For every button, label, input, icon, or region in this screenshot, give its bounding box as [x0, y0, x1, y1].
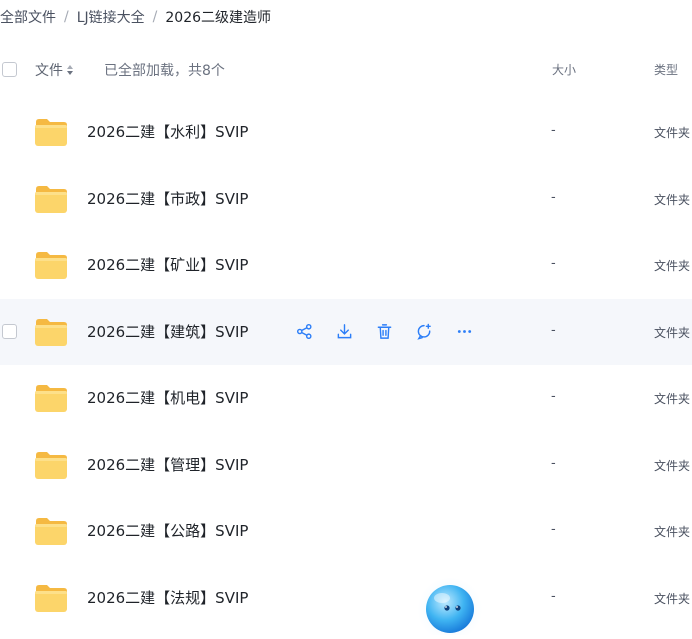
file-type: 文件夹	[654, 126, 691, 140]
breadcrumb-lj-links[interactable]: LJ链接大全	[77, 7, 145, 27]
file-size: -	[551, 588, 556, 604]
file-list: 2026二建【水利】SVIP - 文件夹 2026二建【市政】SVIP - 文件…	[0, 99, 692, 631]
column-header-name[interactable]: 文件	[35, 60, 73, 80]
file-type: 文件夹	[654, 259, 691, 273]
file-name[interactable]: 2026二建【公路】SVIP	[87, 520, 248, 541]
file-type: 文件夹	[654, 525, 691, 539]
file-row[interactable]: 2026二建【机电】SVIP - 文件夹	[0, 365, 692, 432]
download-icon	[337, 323, 352, 338]
file-row[interactable]: 2026二建【市政】SVIP - 文件夹	[0, 166, 692, 233]
file-row[interactable]: 2026二建【法规】SVIP - 文件夹	[0, 565, 692, 632]
breadcrumb: 全部文件 / LJ链接大全 / 2026二级建造师	[0, 6, 271, 28]
file-size: -	[551, 189, 556, 205]
file-row[interactable]: 2026二建【公路】SVIP - 文件夹	[0, 498, 692, 565]
file-type: 文件夹	[654, 392, 691, 406]
more-icon	[457, 329, 472, 333]
file-row[interactable]: 2026二建【管理】SVIP - 文件夹	[0, 432, 692, 499]
folder-icon	[35, 252, 67, 279]
loaded-count-text: 已全部加载，共8个	[104, 63, 225, 79]
file-type: 文件夹	[654, 192, 691, 207]
breadcrumb-current: 2026二级建造师	[165, 10, 272, 26]
file-size: -	[551, 522, 556, 537]
breadcrumb-separator: /	[152, 9, 158, 25]
delete-button[interactable]	[376, 323, 416, 341]
file-name[interactable]: 2026二建【市政】SVIP	[87, 188, 248, 209]
file-row[interactable]: 2026二建【建筑】SVIP - 文件夹	[0, 298, 692, 365]
file-size: -	[551, 123, 556, 138]
file-name[interactable]: 2026二建【水利】SVIP	[87, 121, 248, 142]
file-size: -	[551, 455, 556, 471]
file-list-header: 文件 已全部加载，共8个 大小 类型	[0, 52, 692, 88]
more-button[interactable]	[456, 323, 496, 341]
folder-icon	[35, 518, 67, 545]
share-icon	[296, 323, 312, 339]
file-row[interactable]: 2026二建【矿业】SVIP - 文件夹	[0, 232, 692, 299]
folder-icon	[35, 119, 67, 146]
column-header-size[interactable]: 大小	[552, 61, 576, 78]
file-row[interactable]: 2026二建【水利】SVIP - 文件夹	[0, 99, 692, 166]
row-checkbox[interactable]	[2, 323, 17, 339]
file-name[interactable]: 2026二建【机电】SVIP	[87, 387, 248, 408]
file-size: -	[551, 322, 556, 338]
assistant-mascot-button[interactable]	[416, 578, 484, 635]
folder-icon	[35, 451, 67, 479]
file-name[interactable]: 2026二建【矿业】SVIP	[87, 254, 248, 275]
breadcrumb-all-files[interactable]: 全部文件	[0, 7, 56, 27]
file-type: 文件夹	[654, 458, 691, 473]
file-name[interactable]: 2026二建【法规】SVIP	[87, 587, 248, 608]
folder-icon	[35, 584, 67, 612]
comment-icon	[417, 323, 431, 340]
share-button[interactable]	[296, 323, 336, 341]
folder-icon	[35, 318, 67, 346]
select-all-checkbox[interactable]	[2, 62, 17, 77]
comment-button[interactable]	[416, 323, 456, 341]
column-header-type[interactable]: 类型	[654, 61, 678, 78]
file-size: -	[551, 256, 556, 271]
column-header-name-label: 文件	[35, 63, 63, 79]
file-name[interactable]: 2026二建【管理】SVIP	[87, 454, 248, 475]
breadcrumb-separator: /	[64, 9, 69, 25]
file-type: 文件夹	[654, 325, 691, 340]
delete-icon	[377, 323, 392, 339]
file-name[interactable]: 2026二建【建筑】SVIP	[87, 321, 248, 342]
sort-icon[interactable]	[67, 64, 73, 76]
file-type: 文件夹	[654, 591, 691, 606]
row-actions	[296, 323, 496, 341]
folder-icon	[35, 385, 67, 412]
assistant-mascot-icon	[426, 585, 474, 633]
download-button[interactable]	[336, 323, 376, 341]
folder-icon	[35, 185, 67, 213]
file-size: -	[551, 389, 556, 404]
